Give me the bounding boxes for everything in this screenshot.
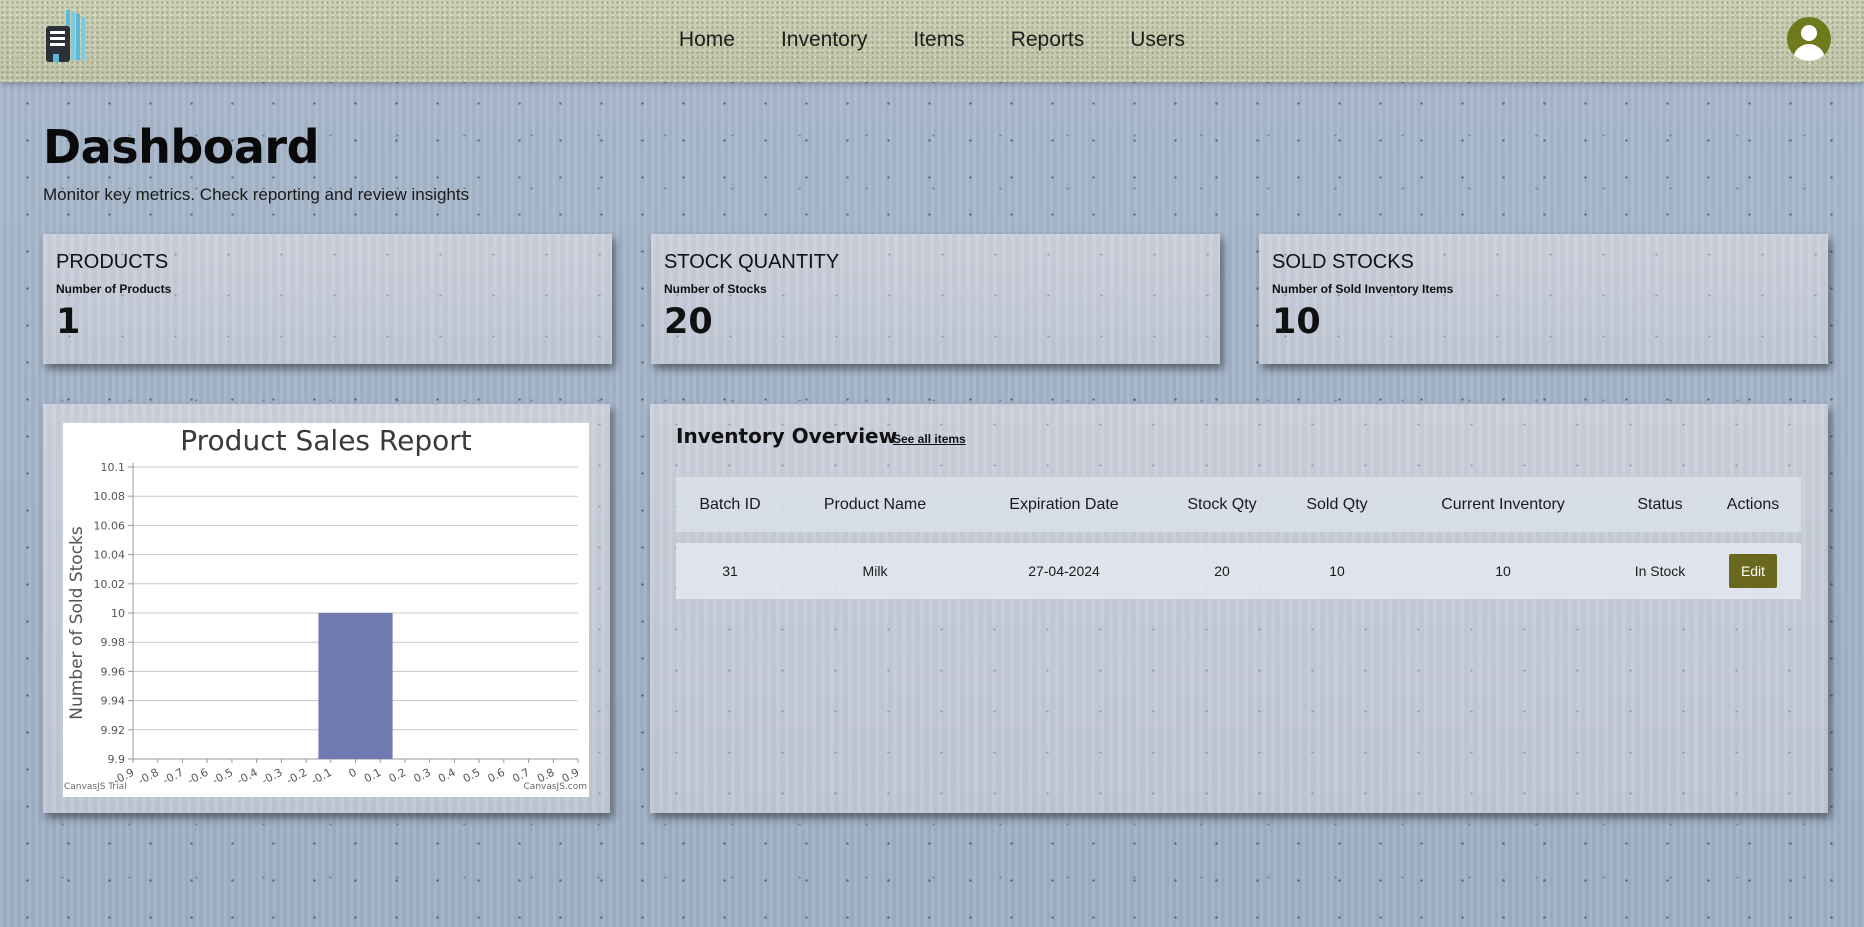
chart-x-tick-label: -0.6	[185, 766, 210, 788]
stat-title: SOLD STOCKS	[1272, 251, 1414, 273]
stat-subtitle: Number of Stocks	[664, 282, 767, 296]
page-title: Dashboard	[43, 120, 320, 174]
nav-reports[interactable]: Reports	[1011, 28, 1085, 52]
chart-bar	[318, 613, 393, 759]
cell-expiration-date: 27-04-2024	[1028, 563, 1100, 579]
cell-actions: Edit	[1729, 543, 1777, 599]
col-sold-qty[interactable]: Sold Qty	[1306, 477, 1367, 532]
chart-x-tick-label: 0.1	[362, 766, 384, 786]
chart-y-tick-label: 10.08	[94, 490, 126, 503]
chart-x-tick-label: 0.2	[387, 766, 409, 786]
chart-x-tick-label: 0	[347, 766, 359, 781]
stat-card-products: PRODUCTS Number of Products 1	[43, 234, 612, 364]
col-stock-qty[interactable]: Stock Qty	[1187, 477, 1256, 532]
chart-watermark-left: CanvasJS Trial	[64, 782, 127, 792]
stat-subtitle: Number of Products	[56, 282, 172, 296]
stat-subtitle: Number of Sold Inventory Items	[1272, 282, 1454, 296]
avatar-head-shape	[1801, 25, 1817, 41]
inventory-title: Inventory Overview	[676, 424, 898, 448]
table-row: 31 Milk 27-04-2024 20 10 10 In Stock Edi…	[676, 543, 1801, 599]
sales-chart-card: Product Sales Report 9.9 9.92 9.94 9.96 9.98 1…	[43, 404, 610, 813]
nav-items[interactable]: Items	[913, 28, 964, 52]
chart-x-tick-label: -0.5	[210, 766, 235, 788]
cell-stock-qty: 20	[1214, 563, 1230, 579]
chart-x-tick-label: 0.5	[461, 766, 483, 786]
stat-title: PRODUCTS	[56, 251, 169, 273]
chart-y-tick-label: 9.96	[101, 665, 126, 678]
stat-value: 1	[56, 302, 81, 342]
building-logo-icon[interactable]	[44, 10, 94, 64]
stat-card-stock-quantity: STOCK QUANTITY Number of Stocks 20	[651, 234, 1220, 364]
col-product-name[interactable]: Product Name	[824, 477, 926, 532]
top-navigation-bar: Home Inventory Items Reports Users	[0, 0, 1864, 82]
chart-x-tick-label: -0.7	[161, 766, 186, 788]
stat-value: 20	[664, 302, 713, 342]
chart-y-tick-label: 10	[111, 607, 125, 620]
table-header: Batch ID Product Name Expiration Date St…	[676, 477, 1801, 532]
main-navigation: Home Inventory Items Reports Users	[0, 0, 1864, 80]
see-all-items-link[interactable]: See all items	[893, 432, 966, 446]
chart-y-axis-label: Number of Sold Stocks	[67, 526, 87, 720]
chart-x-tick-label: -0.1	[309, 766, 334, 788]
nav-users[interactable]: Users	[1130, 28, 1185, 52]
stat-title: STOCK QUANTITY	[664, 251, 840, 273]
chart-x-tick-label: -0.8	[136, 766, 161, 788]
chart-y-tick-label: 9.94	[101, 695, 126, 708]
chart-y-tick-label: 10.1	[101, 461, 126, 474]
user-avatar-icon[interactable]	[1787, 17, 1831, 61]
sales-chart-svg: Product Sales Report 9.9 9.92 9.94 9.96 9.98 1…	[64, 424, 587, 792]
chart-x-tick-label: -0.2	[284, 766, 309, 788]
page-subtitle: Monitor key metrics. Check reporting and…	[43, 185, 470, 204]
cell-batch-id: 31	[722, 563, 738, 579]
nav-home[interactable]: Home	[679, 28, 735, 52]
stat-value: 10	[1272, 302, 1321, 342]
chart-y-tick-label: 10.02	[94, 578, 126, 591]
cell-current-inventory: 10	[1495, 563, 1511, 579]
chart-watermark-right: CanvasJS.com	[524, 782, 587, 792]
col-batch-id[interactable]: Batch ID	[699, 477, 760, 532]
chart-title: Product Sales Report	[180, 424, 471, 457]
chart-y-tick-label: 10.04	[94, 549, 126, 562]
col-current-inventory[interactable]: Current Inventory	[1441, 477, 1565, 532]
chart-x-tick-label: 0.6	[486, 766, 508, 786]
chart-x-tick-label: -0.4	[235, 766, 260, 788]
chart-x-tick-label: 0.3	[411, 766, 433, 786]
col-actions: Actions	[1726, 495, 1780, 513]
avatar-body-shape	[1793, 44, 1825, 61]
chart-y-tick-label: 9.98	[101, 636, 126, 649]
col-expiration-date[interactable]: Expiration Date	[1009, 477, 1118, 532]
chart-x-tick-label: -0.3	[260, 766, 285, 788]
stat-card-sold-stocks: SOLD STOCKS Number of Sold Inventory Ite…	[1259, 234, 1828, 364]
col-status[interactable]: Status	[1637, 477, 1682, 532]
cell-product-name: Milk	[862, 563, 888, 579]
cell-status: In Stock	[1634, 563, 1686, 579]
inventory-overview-card: Inventory Overview See all items Batch I…	[650, 404, 1828, 813]
chart-y-tick-label: 9.92	[101, 724, 126, 737]
chart-y-tick-label: 10.06	[94, 519, 126, 532]
sales-chart: Product Sales Report 9.9 9.92 9.94 9.96 9.98 1…	[63, 423, 589, 797]
nav-inventory[interactable]: Inventory	[781, 28, 867, 52]
edit-button[interactable]: Edit	[1729, 554, 1777, 588]
chart-x-tick-label: 0.4	[436, 766, 458, 786]
cell-sold-qty: 10	[1329, 563, 1345, 579]
chart-y-tick-label: 9.9	[108, 753, 126, 766]
